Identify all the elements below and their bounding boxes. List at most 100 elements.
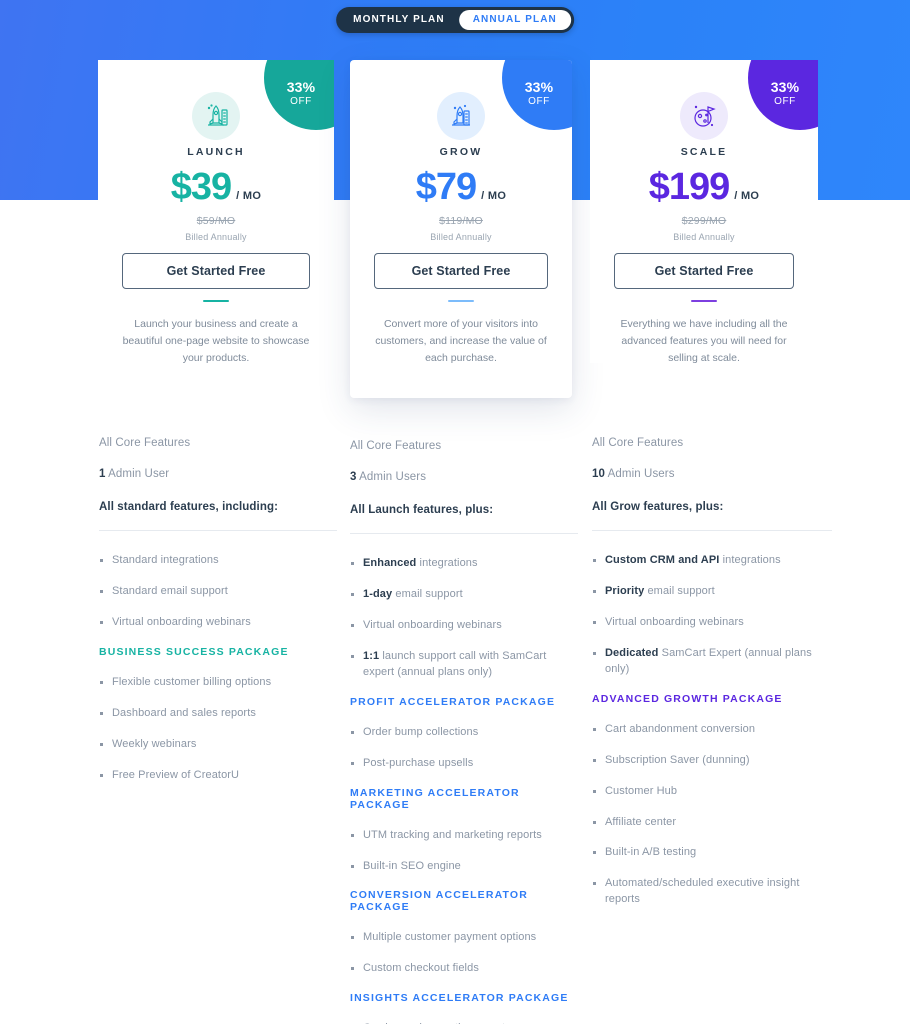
package-title: CONVERSION ACCELERATOR PACKAGE [350, 889, 528, 914]
toggle-option-monthly[interactable]: MONTHLY PLAN [339, 10, 459, 30]
feature-item: Virtual onboarding webinars [350, 618, 578, 634]
core-features-label: All Core Features [592, 437, 684, 449]
core-features-label: All Core Features [350, 440, 442, 452]
discount-badge: 33% OFF [748, 60, 818, 130]
feature-item: Order bump collections [350, 725, 578, 741]
feature-item: Cart abandonment conversion [592, 722, 832, 738]
price-amount: $199 [648, 166, 731, 208]
pricing-cards: 33% OFF LAUNCH $39 / MO $59/MO Billed An… [0, 0, 910, 420]
feature-item: 1-day email support [350, 587, 578, 603]
billing-period-toggle[interactable]: MONTHLY PLAN ANNUAL PLAN [336, 7, 574, 33]
billing-note: Billed Annually [673, 232, 735, 242]
feature-item: Post-purchase upsells [350, 756, 578, 772]
admin-users-count: 3 Admin Users [350, 471, 427, 483]
package-title: MARKETING ACCELERATOR PACKAGE [350, 786, 520, 811]
feature-item: Multiple customer payment options [350, 930, 578, 946]
price-row-grow: $79 / MO [350, 168, 572, 206]
billing-note: Billed Annually [430, 232, 492, 242]
feature-list: Enhanced integrations 1-day email support… [350, 556, 578, 681]
feature-headline: All Launch features, plus: [350, 504, 494, 516]
get-started-button-grow[interactable]: Get Started Free [374, 253, 548, 289]
billing-note: Billed Annually [185, 232, 247, 242]
discount-percent: 33% [286, 78, 316, 95]
feature-list: Order bump collections Post-purchase upse… [350, 725, 578, 772]
discount-off-label: OFF [774, 95, 796, 107]
price-period: / MO [481, 190, 507, 202]
feature-item: 1:1 launch support call with SamCart exp… [350, 649, 578, 681]
pricing-card-launch: 33% OFF LAUNCH $39 / MO $59/MO Billed An… [98, 60, 334, 363]
pricing-page: MONTHLY PLAN ANNUAL PLAN 33% OFF LAUNCH … [0, 0, 910, 1024]
feature-column-scale: All Core Features 10 Admin Users All Grow … [592, 420, 832, 923]
plan-name-launch: LAUNCH [187, 146, 245, 158]
package-title: PROFIT ACCELERATOR PACKAGE [350, 695, 556, 708]
feature-item: Custom checkout fields [350, 961, 578, 977]
divider [592, 530, 832, 531]
feature-item: Dedicated SamCart Expert (annual plans o… [592, 646, 832, 678]
feature-column-grow: All Core Features 3 Admin Users All Launch… [350, 420, 578, 1024]
feature-item: Dashboard and sales reports [99, 706, 337, 722]
feature-list: UTM tracking and marketing reports Built-… [350, 828, 578, 875]
admin-users-count: 10 Admin Users [592, 468, 675, 480]
feature-item: Priority email support [592, 584, 832, 600]
rocket-grow-icon [437, 92, 485, 140]
feature-list: Multiple customer payment options Custom … [350, 930, 578, 977]
accent-underline [203, 300, 229, 302]
feature-list: Flexible customer billing options Dashboa… [99, 675, 337, 784]
feature-list: Standard integrations Standard email supp… [99, 553, 337, 631]
package-title: ADVANCED GROWTH PACKAGE [592, 692, 783, 705]
old-price: $299/MO [681, 215, 727, 227]
feature-item: UTM tracking and marketing reports [350, 828, 578, 844]
feature-headline: All standard features, including: [99, 501, 279, 513]
feature-item: Customer Hub [592, 784, 832, 800]
package-title: INSIGHTS ACCELERATOR PACKAGE [350, 992, 569, 1005]
discount-badge: 33% OFF [502, 60, 572, 130]
feature-list: Cart abandonment conversion Subscription … [592, 722, 832, 909]
pricing-card-grow: 33% OFF GROW $79 / MO $119/MO Billed Ann… [350, 60, 572, 398]
feature-column-launch: All Core Features 1 Admin User All standar… [99, 420, 337, 799]
plan-name-scale: SCALE [680, 146, 728, 158]
feature-item: Built-in A/B testing [592, 845, 832, 861]
plan-description-grow: Convert more of your visitors into custo… [375, 318, 547, 364]
discount-off-label: OFF [528, 95, 550, 107]
pricing-card-scale: 33% OFF SCALE $199 / MO $299/MO Billed A… [590, 60, 818, 363]
divider [99, 530, 337, 531]
plan-description-launch: Launch your business and create a beauti… [122, 318, 310, 363]
feature-item: Custom CRM and API integrations [592, 553, 832, 569]
get-started-button-launch[interactable]: Get Started Free [122, 253, 310, 289]
feature-item: Free Preview of CreatorU [99, 768, 337, 784]
price-period: / MO [236, 190, 262, 202]
accent-underline [691, 300, 717, 302]
price-row-scale: $199 / MO [590, 168, 818, 206]
price-row-launch: $39 / MO [98, 168, 334, 206]
feature-item: Subscription Saver (dunning) [592, 753, 832, 769]
feature-item: Flexible customer billing options [99, 675, 337, 691]
feature-item: Virtual onboarding webinars [99, 615, 337, 631]
old-price: $59/MO [196, 215, 236, 227]
old-price: $119/MO [439, 215, 483, 227]
planet-flag-icon [680, 92, 728, 140]
feature-item: Affiliate center [592, 815, 832, 831]
discount-percent: 33% [524, 78, 554, 95]
discount-badge: 33% OFF [264, 60, 334, 130]
get-started-button-scale[interactable]: Get Started Free [614, 253, 794, 289]
feature-headline: All Grow features, plus: [592, 501, 724, 513]
price-amount: $79 [415, 166, 477, 208]
package-title: BUSINESS SUCCESS PACKAGE [99, 645, 289, 658]
price-amount: $39 [170, 166, 232, 208]
divider [350, 533, 578, 534]
feature-item: Standard email support [99, 584, 337, 600]
price-period: / MO [734, 190, 760, 202]
feature-item: Enhanced integrations [350, 556, 578, 572]
feature-list: Custom CRM and API integrations Priority … [592, 553, 832, 678]
discount-off-label: OFF [290, 95, 312, 107]
plan-description-scale: Everything we have including all the adv… [620, 318, 788, 363]
rocket-launch-icon [192, 92, 240, 140]
feature-item: Built-in SEO engine [350, 859, 578, 875]
toggle-track: MONTHLY PLAN ANNUAL PLAN [336, 7, 574, 33]
discount-percent: 33% [770, 78, 800, 95]
toggle-option-annual[interactable]: ANNUAL PLAN [458, 10, 571, 30]
core-features-label: All Core Features [99, 437, 191, 449]
feature-item: Automated/scheduled executive insight re… [592, 876, 832, 908]
accent-underline [448, 300, 474, 302]
feature-item: Standard integrations [99, 553, 337, 569]
